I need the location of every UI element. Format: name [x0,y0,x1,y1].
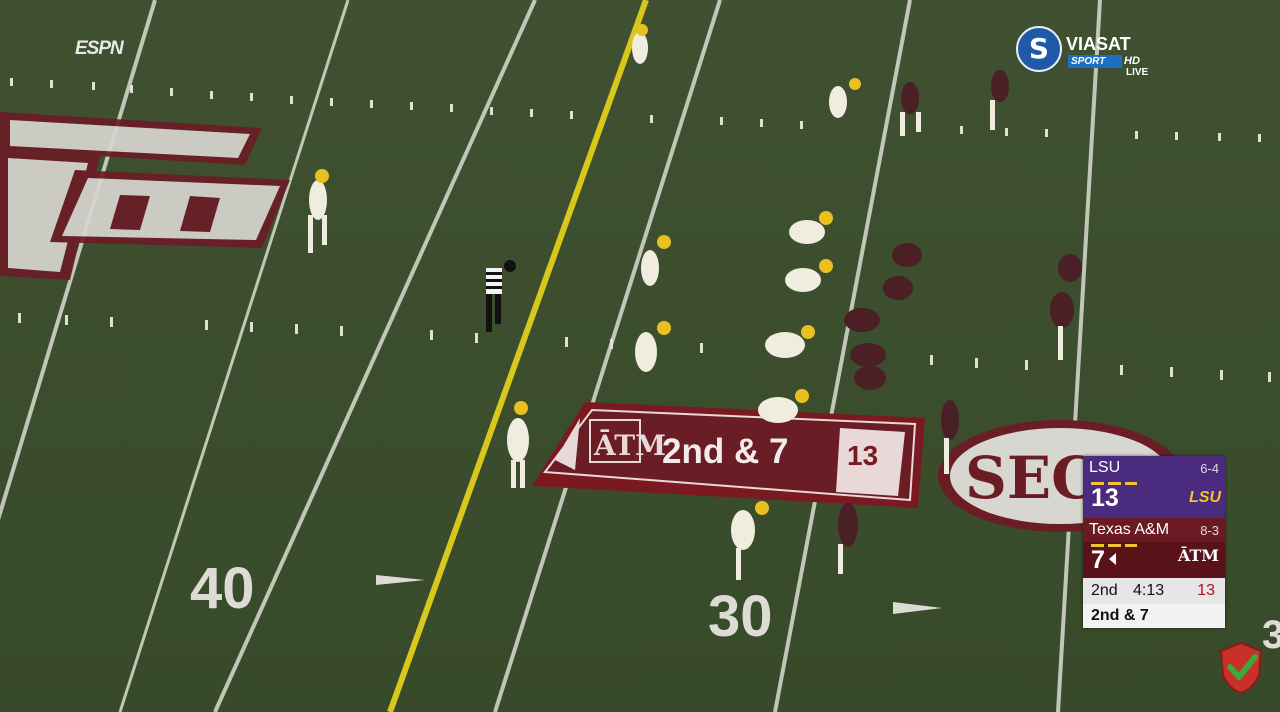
home-team-score-row: 7 ĀTM [1083,542,1225,578]
atm-logo: ĀTM [1177,546,1219,565]
yard-number-30a: 30 [708,584,773,649]
yard-number-40a: 40 [190,556,255,621]
down-distance-field-graphic: 2nd & 7 13 [532,402,924,508]
play-clock: 13 [1197,582,1215,599]
banner-yard-marker: 13 [847,440,879,471]
live-badge: LIVE [1126,67,1149,78]
hd-badge: HD [1124,55,1140,67]
away-team-score-row: 13 LSU [1083,480,1225,518]
game-clock: 4:13 [1133,582,1165,599]
scorebug: LSU 6-4 13 LSU Texas A&M 8-3 7 ĀTM 2nd 4… [1083,456,1225,628]
svg-text:SEC: SEC [965,444,1097,512]
quarter: 2nd [1091,582,1118,599]
down-distance-row: 2nd & 7 [1083,604,1225,628]
viasat-s-icon: S [1016,26,1062,72]
channel-name: VIASAT [1066,34,1131,54]
down-distance: 2nd & 7 [1091,607,1149,624]
shield-check-icon [1219,641,1263,695]
home-team-name: Texas A&M [1089,521,1170,538]
broadcast-frame: 40 30 3 SEC ĀTM ESPN S VIASAT SPORT HD L… [0,0,1280,712]
banner-down-distance: 2nd & 7 [662,432,789,471]
espn-logo: ESPN [75,38,124,59]
away-team-name: LSU [1089,459,1121,476]
home-score: 7 [1091,546,1105,574]
channel-sub: SPORT [1068,55,1122,68]
away-score: 13 [1091,484,1119,512]
home-team-header: Texas A&M 8-3 [1083,518,1225,542]
home-team-record: 8-3 [1200,523,1219,538]
away-team-record: 6-4 [1200,461,1219,476]
away-team-header: LSU 6-4 [1083,456,1225,480]
lsu-logo: LSU [1189,489,1221,506]
game-clock-row: 2nd 4:13 13 [1083,578,1225,604]
possession-arrow-icon [1109,553,1116,565]
viasat-channel-logo: S VIASAT SPORT HD LIVE [1016,26,1162,78]
